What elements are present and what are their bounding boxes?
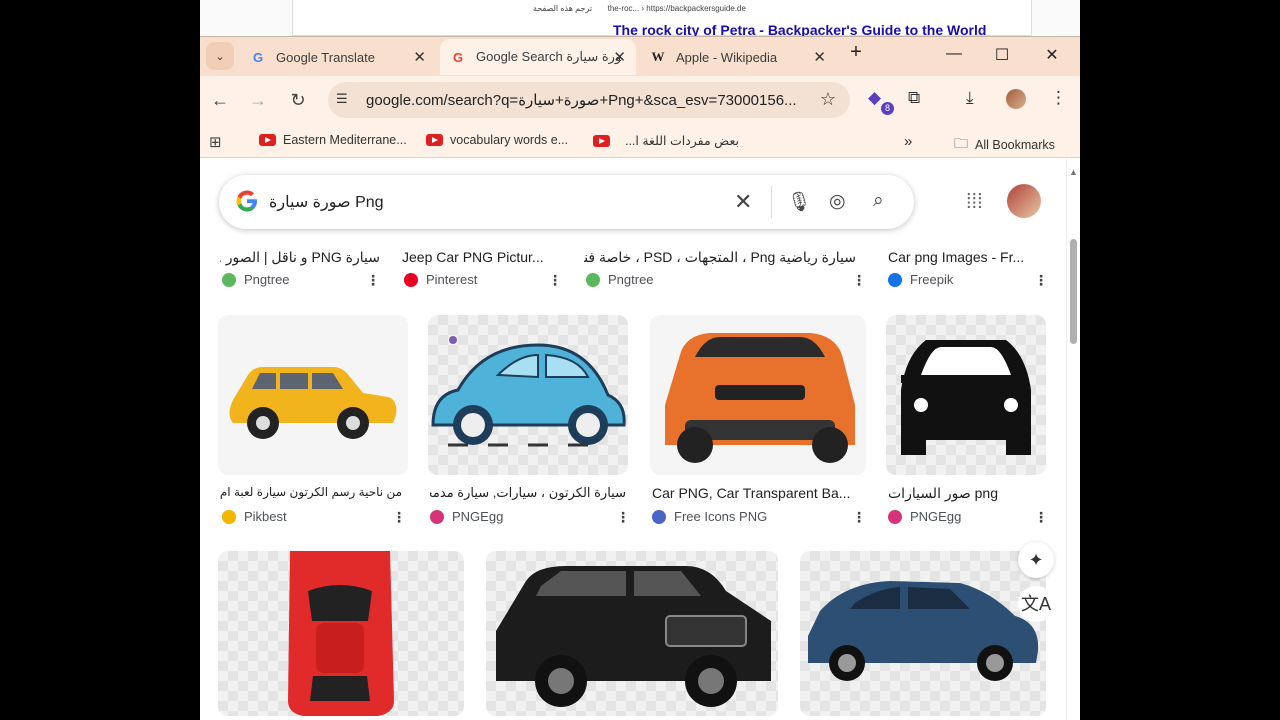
- freepik-icon: [888, 272, 902, 287]
- pngtree-icon: [586, 272, 600, 287]
- extensions-puzzle-icon[interactable]: ⧉: [908, 88, 920, 108]
- minimize-button[interactable]: —: [942, 45, 966, 63]
- pinterest-icon: [404, 272, 418, 287]
- result-image-black-car-silhouette[interactable]: [886, 315, 1046, 475]
- result-image-blue-hatchback[interactable]: [800, 551, 1046, 716]
- result-image-blue-beetle[interactable]: [428, 315, 628, 475]
- menu-dots-icon[interactable]: ⋮: [1050, 88, 1067, 108]
- browser-window: ترجم هذه الصفحة the-roc... › https://bac…: [200, 0, 1080, 720]
- close-icon[interactable]: ✕: [813, 48, 826, 66]
- google-g-icon: G: [452, 49, 464, 65]
- close-icon[interactable]: ✕: [613, 48, 626, 66]
- pikbest-icon: [222, 509, 236, 524]
- bookmarks-bar: ⊞ Eastern Mediterrane... vocabulary word…: [200, 124, 1080, 158]
- result-caption[interactable]: سيارة PNG و ناقل | الصور ...: [220, 249, 380, 266]
- more-bookmarks-chevron-icon[interactable]: »: [904, 133, 912, 150]
- background-window: ترجم هذه الصفحة the-roc... › https://bac…: [200, 0, 1080, 38]
- lens-camera-icon[interactable]: ◎: [829, 190, 846, 213]
- download-icon[interactable]: ⤓: [966, 88, 974, 108]
- youtube-icon: [593, 134, 610, 147]
- result-source[interactable]: PNGEgg: [888, 509, 961, 524]
- result-caption[interactable]: Car PNG, Car Transparent Ba...: [652, 485, 864, 501]
- reload-button[interactable]: ↻: [286, 88, 310, 112]
- more-options-icon[interactable]: ⋮: [366, 272, 380, 289]
- folder-icon: 🗀: [954, 135, 968, 151]
- more-options-icon[interactable]: ⋮: [852, 272, 866, 289]
- bookmark-item[interactable]: vocabulary words e...: [426, 133, 568, 147]
- bookmark-item[interactable]: Eastern Mediterrane...: [259, 133, 407, 147]
- pngegg-icon: [430, 509, 444, 524]
- chevron-down-icon: ⌄: [215, 50, 225, 63]
- back-button[interactable]: ←: [208, 88, 232, 112]
- maximize-button[interactable]: ☐: [990, 45, 1014, 65]
- wikipedia-w-icon: W: [651, 49, 665, 64]
- result-image-black-suv[interactable]: [486, 551, 778, 716]
- pngtree-icon: [222, 272, 236, 287]
- result-source[interactable]: Freepik: [888, 272, 953, 287]
- result-image-red-car-top-view[interactable]: [218, 551, 464, 716]
- google-apps-icon[interactable]: ⁞⁞⁞: [966, 191, 983, 214]
- result-source[interactable]: Pinterest: [404, 272, 477, 287]
- bookmark-item[interactable]: بعض مفردات اللغة ا...: [593, 133, 747, 148]
- forward-button[interactable]: →: [246, 88, 270, 112]
- account-avatar[interactable]: [1007, 184, 1041, 218]
- tab-google-translate[interactable]: G Google Translate ✕: [240, 39, 436, 75]
- free-icons-png-icon: [652, 509, 666, 524]
- result-caption[interactable]: سيارة الكرتون ، سيارات, سيارة مدمجة...: [430, 485, 626, 501]
- clear-search-icon[interactable]: ✕: [734, 189, 752, 215]
- search-box[interactable]: صورة سيارة Png ✕ 🎙 ◎ ⌕: [219, 175, 914, 229]
- all-bookmarks[interactable]: 🗀 All Bookmarks: [954, 133, 1055, 157]
- result-caption[interactable]: سيارة رياضية Png ، المتجهات ، PSD ، خاصة…: [584, 249, 856, 266]
- address-bar[interactable]: ☰ google.com/search?q=صورة+سيارة+Png+&sc…: [328, 82, 850, 118]
- more-options-icon[interactable]: ⋮: [1034, 509, 1048, 526]
- scroll-up-icon[interactable]: ▲: [1069, 167, 1078, 177]
- google-translate-icon: G: [252, 49, 264, 65]
- page-scrollbar[interactable]: ▲: [1066, 159, 1080, 720]
- close-icon[interactable]: ✕: [413, 48, 426, 66]
- apps-grid-icon[interactable]: ⊞: [209, 133, 222, 151]
- pngegg-icon: [888, 509, 902, 524]
- profile-avatar[interactable]: [1006, 89, 1026, 109]
- result-caption[interactable]: صور السيارات png: [888, 485, 1048, 502]
- scrollbar-thumb[interactable]: [1070, 239, 1077, 344]
- bookmark-star-icon[interactable]: ☆: [820, 89, 836, 110]
- more-options-icon[interactable]: ⋮: [616, 509, 630, 526]
- result-source[interactable]: Free Icons PNG: [652, 509, 767, 524]
- more-options-icon[interactable]: ⋮: [852, 509, 866, 526]
- more-options-icon[interactable]: ⋮: [1034, 272, 1048, 289]
- tab-apple-wikipedia[interactable]: W Apple - Wikipedia ✕: [640, 39, 836, 75]
- result-source[interactable]: Pngtree: [222, 272, 290, 287]
- result-caption[interactable]: Car png Images - Fr...: [888, 249, 1048, 265]
- tab-strip: ⌄ G Google Translate ✕ G Google Search ص…: [200, 36, 1080, 76]
- close-window-button[interactable]: ✕: [1040, 45, 1064, 65]
- microphone-icon[interactable]: 🎙: [787, 190, 811, 214]
- result-source[interactable]: Pikbest: [222, 509, 287, 524]
- result-source[interactable]: PNGEgg: [430, 509, 503, 524]
- tab-search-button[interactable]: ⌄: [206, 42, 234, 70]
- result-source[interactable]: Pngtree: [586, 272, 654, 287]
- youtube-icon: [259, 134, 276, 146]
- new-tab-button[interactable]: +: [844, 41, 868, 64]
- extension-icon[interactable]: ◆: [868, 88, 881, 108]
- result-image-orange-range-rover[interactable]: [650, 315, 866, 475]
- search-query: صورة سيارة Png: [269, 194, 384, 211]
- search-icon[interactable]: ⌕: [873, 190, 884, 212]
- site-settings-icon[interactable]: ☰: [336, 91, 348, 107]
- more-options-icon[interactable]: ⋮: [548, 272, 562, 289]
- result-caption[interactable]: من ناحية رسم الكرتون سيارة لعبة ام...: [220, 485, 402, 499]
- more-options-icon[interactable]: ⋮: [392, 509, 406, 526]
- result-caption[interactable]: Jeep Car PNG Pictur...: [402, 249, 562, 265]
- toolbar: ← → ↻ ☰ google.com/search?q=صورة+سيارة+P…: [200, 76, 1080, 124]
- search-results-page: صورة سيارة Png ✕ 🎙 ◎ ⌕ ⁞⁞⁞ سيارة PNG و ن…: [200, 159, 1066, 720]
- translate-icon[interactable]: 文A: [1018, 586, 1054, 622]
- youtube-icon: [426, 134, 443, 146]
- result-image-yellow-suv[interactable]: [218, 315, 408, 475]
- extension-badge: 8: [881, 102, 894, 115]
- tab-google-search[interactable]: G Google Search صورة سيارة ✕: [440, 39, 636, 75]
- google-logo-icon: [235, 189, 261, 215]
- ai-sparkle-icon[interactable]: ✦: [1018, 542, 1054, 578]
- background-result-url: ترجم هذه الصفحة the-roc... › https://bac…: [533, 4, 746, 13]
